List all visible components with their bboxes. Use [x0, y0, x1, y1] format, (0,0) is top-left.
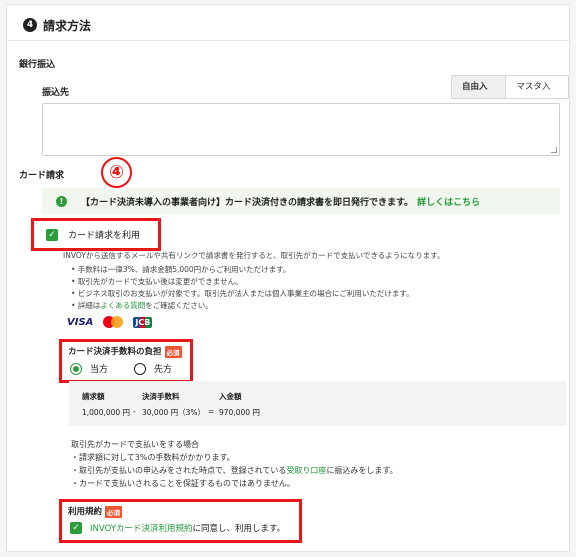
radio-client-side-label: 先方 — [154, 365, 173, 375]
terms-link[interactable]: INVOYカード決済利用規約 — [90, 522, 192, 534]
card-notice-banner: ! 【カード決済未導入の事業者向け】カード決済付きの請求書を即日発行できます。 … — [42, 188, 560, 214]
bullet-item: • 取引先がカードで支払い後は変更ができません。 — [71, 277, 243, 286]
visa-logo: VISA — [67, 316, 94, 328]
terms-agreement: ✓ INVOYカード決済利用規約 に同意し、利用します。 — [70, 522, 285, 534]
tab-free-input[interactable]: 自由入力 — [452, 76, 506, 98]
calc-header-deposit: 入金額 — [219, 392, 242, 401]
use-card-billing-checkbox[interactable]: ✓ — [46, 228, 58, 241]
notice-details-link[interactable]: 詳しくはこちら — [417, 195, 480, 208]
section-title: 請求方法 — [43, 19, 92, 33]
calc-header-fee: 決済手数料 — [142, 392, 180, 401]
terms-highlight: 利用規約 必須 ✓ INVOYカード決済利用規約 に同意し、利用します。 — [59, 499, 302, 543]
step-number-badge: 4 — [23, 18, 37, 32]
info-icon: ! — [56, 195, 67, 207]
fee-burden-options: 当方 先方 — [70, 362, 172, 375]
bullet-item: • 手数料は一律3%、請求金額5,000円からご利用いただけます。 — [71, 265, 291, 274]
notes-line: ・請求額に対して3%の手数料がかかります。 — [71, 453, 235, 462]
transfer-destination-textarea[interactable] — [42, 103, 560, 156]
resize-handle-icon[interactable] — [551, 147, 557, 153]
jcb-logo: JCB — [133, 316, 153, 328]
calc-equals: = — [208, 407, 215, 416]
bullet-item: • 詳細はよくある質問をご確認ください。 — [71, 301, 213, 310]
fee-burden-label: カード決済手数料の負担 必須 — [68, 345, 182, 358]
calc-minus: - — [133, 407, 136, 416]
transfer-destination-label: 振込先 — [42, 88, 70, 98]
required-badge: 必須 — [105, 505, 123, 518]
card-billing-label: カード請求 — [19, 171, 65, 181]
billing-method-card: 4 請求方法 銀行振込 振込先 自由入力 マスタ入力 カード請求 ④ ! 【カー… — [6, 4, 571, 552]
use-card-billing-highlight: ✓ カード請求を利用 — [31, 218, 161, 251]
input-mode-tabs: 自由入力 マスタ入力 — [451, 75, 569, 99]
calc-invoice-amount: 1,000,000 円 — [82, 408, 131, 417]
divider — [7, 40, 571, 41]
radio-our-side-label: 当方 — [90, 365, 109, 375]
notice-text: 【カード決済未導入の事業者向け】カード決済付きの請求書を即日発行できます。 — [81, 197, 414, 208]
fee-calculation-box: 請求額 決済手数料 入金額 1,000,000 円 - 30,000 円（3%）… — [69, 381, 566, 426]
card-description: INVOYから送信するメールや共有リンクで請求書を発行すると、取引先がカードで支… — [63, 251, 445, 260]
radio-client-side[interactable] — [134, 362, 147, 375]
notes-line: ・カードで支払いされることを保証するものではありません。 — [71, 479, 295, 488]
notes-line: ・取引先が支払いの申込みをされた時点で、登録されている受取り口座に振込みをします… — [71, 466, 398, 475]
bullet-item: • ビジネス取引のお支払いが対象です。取引先が法人または個人事業主の場合にご利用… — [71, 289, 414, 298]
terms-agree-checkbox[interactable]: ✓ — [70, 522, 82, 534]
annotation-marker: ④ — [101, 157, 132, 188]
fee-burden-highlight: カード決済手数料の負担 必須 当方 先方 — [59, 339, 193, 383]
notes-heading: 取引先がカードで支払いをする場合 — [71, 440, 199, 449]
tab-master-input[interactable]: マスタ入力 — [505, 76, 568, 98]
calc-header-invoice: 請求額 — [82, 392, 105, 401]
receiving-account-link[interactable]: 受取り口座 — [286, 466, 326, 475]
required-badge: 必須 — [164, 345, 182, 358]
mastercard-icon — [103, 316, 124, 328]
faq-link[interactable]: よくある質問 — [100, 301, 145, 310]
calc-fee: 30,000 円（3%） — [142, 408, 206, 417]
terms-suffix: に同意し、利用します。 — [192, 524, 286, 534]
calc-deposit: 970,000 円 — [219, 408, 260, 417]
radio-our-side[interactable] — [70, 362, 82, 375]
terms-label: 利用規約 必須 — [68, 505, 123, 518]
use-card-billing-label: カード請求を利用 — [68, 231, 141, 241]
card-brand-logos: VISA JCB — [67, 316, 153, 328]
bank-transfer-label: 銀行振込 — [19, 60, 56, 70]
